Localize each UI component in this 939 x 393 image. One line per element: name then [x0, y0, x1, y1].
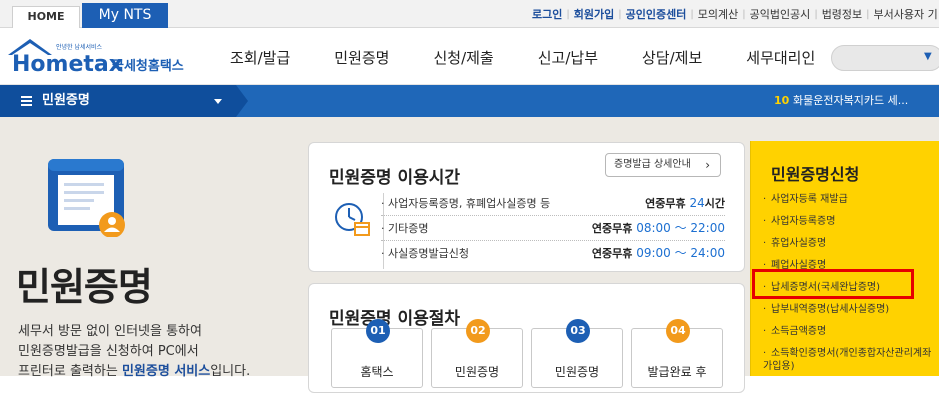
apply-income-amount-cert-link[interactable]: · 소득금액증명 — [763, 321, 939, 343]
gnb-tax-agent[interactable]: 세무대리인 — [746, 47, 815, 68]
page-description: 세무서 방문 없이 인터넷을 통하여 민원증명발급을 신청하여 PC에서 프린터… — [18, 324, 251, 379]
service-hours-title: 민원증명 이용시간 — [329, 168, 461, 188]
login-link[interactable]: 로그인 — [532, 6, 562, 22]
document-user-icon — [48, 159, 128, 238]
issue-detail-guide-button[interactable]: 증명발급 상세안내 › — [605, 153, 721, 177]
highlight-box — [752, 269, 914, 299]
public-corp-disclosure-link[interactable]: 공익법인공시 — [750, 6, 811, 22]
global-nav: 조회/발급 민원증명 신청/제출 신고/납부 상담/제보 세무대리인 — [230, 29, 859, 85]
clock-calendar-icon — [333, 199, 373, 239]
step-number-badge: 04 — [666, 319, 690, 343]
list-item: · 사업자등록증명, 휴폐업사실증명 등 연중무휴 24시간 — [381, 191, 725, 216]
procedure-step: 04 발급완료 후 — [631, 319, 723, 388]
apply-payment-history-cert-link[interactable]: · 납부내역증명(납세사실증명) — [763, 299, 939, 321]
top-links: 로그인 | 회원가입 | 공인인증센터 | 모의계산 | 공익법인공시 | 법령정보 | 부… — [532, 6, 938, 22]
procedure-card: 민원증명 이용절차 01 홈택스 02 민원증명 03 민원증명 04 발급완료… — [308, 283, 745, 393]
section-title: 민원증명 — [42, 93, 90, 108]
tab-home[interactable]: HOME — [12, 6, 80, 28]
procedure-steps: 01 홈택스 02 민원증명 03 민원증명 04 발급완료 후 — [331, 319, 731, 388]
service-name-emphasis: 민원증명 서비스 — [121, 364, 211, 379]
gnb-consult-report[interactable]: 상담/제보 — [642, 47, 702, 68]
procedure-step: 02 민원증명 — [431, 319, 523, 388]
page-title: 민원증명 — [16, 265, 153, 309]
list-item: · 사실증명발급신청 연중무휴 09:00 ～ 24:00 — [381, 246, 725, 260]
service-hours-list: · 사업자등록증명, 휴폐업사실증명 등 연중무휴 24시간 · 기타증명 연중… — [381, 191, 725, 266]
sub-nav-bar: 민원증명 10 화물운전자복지카드 세... — [0, 85, 939, 117]
ticker-number: 10 — [774, 94, 790, 107]
menu-icon — [21, 96, 32, 106]
caret-down-icon — [214, 99, 222, 104]
logo-name: Hometax — [12, 52, 123, 77]
chevron-right-icon: › — [705, 158, 710, 172]
mock-calc-link[interactable]: 모의계산 — [698, 6, 738, 22]
gnb-filing-payment[interactable]: 신고/납부 — [538, 47, 598, 68]
cert-center-link[interactable]: 공인인증센터 — [626, 6, 687, 22]
law-info-link[interactable]: 법령정보 — [822, 6, 862, 22]
apply-income-confirmation-cert-link[interactable]: · 소득확인증명서(개인종합자산관리계좌 가입용) — [763, 343, 939, 373]
dept-user-link[interactable]: 부서사용자 기 — [874, 6, 938, 22]
service-hours-card: 민원증명 이용시간 증명발급 상세안내 › · 사업자등록증명, 휴폐업사실증명 … — [308, 142, 745, 272]
certificate-apply-title: 민원증명신청 — [771, 165, 860, 184]
step-number-badge: 03 — [566, 319, 590, 343]
procedure-step: 01 홈택스 — [331, 319, 423, 388]
step-number-badge: 01 — [366, 319, 390, 343]
gnb-civil-certificates[interactable]: 민원증명 — [334, 47, 389, 68]
step-number-badge: 02 — [466, 319, 490, 343]
procedure-step: 03 민원증명 — [531, 319, 623, 388]
logo-org: 국세청홈택스 — [112, 58, 184, 74]
certificate-apply-panel: 민원증명신청 · 사업자등록 재발급 · 사업자등록증명 · 휴업사실증명 · 폐업사실… — [750, 141, 939, 376]
search-dropdown-icon[interactable]: ▼ — [924, 51, 932, 62]
ticker-notice-link[interactable]: 화물운전자복지카드 세... — [793, 85, 908, 117]
procedure-title: 민원증명 이용절차 — [329, 309, 461, 329]
apply-business-registration-reissue-link[interactable]: · 사업자등록 재발급 — [763, 189, 939, 211]
apply-suspension-cert-link[interactable]: · 휴업사실증명 — [763, 233, 939, 255]
tab-my-nts[interactable]: My NTS — [82, 3, 168, 28]
signup-link[interactable]: 회원가입 — [574, 6, 614, 22]
gnb-application-submission[interactable]: 신청/제출 — [433, 47, 493, 68]
main-header: 안녕한 납세서비스 Hometax 국세청홈택스 조회/발급 민원증명 신청/제… — [0, 29, 939, 85]
logo-small-text: 안녕한 납세서비스 — [56, 43, 103, 51]
search-input[interactable]: ▼ — [831, 45, 939, 71]
apply-business-registration-cert-link[interactable]: · 사업자등록증명 — [763, 211, 939, 233]
gnb-inquiry-issue[interactable]: 조회/발급 — [230, 47, 290, 68]
hometax-logo[interactable]: 안녕한 납세서비스 Hometax 국세청홈택스 — [6, 35, 206, 79]
list-item: · 기타증명 연중무휴 08:00 ～ 22:00 — [381, 216, 725, 241]
top-utility-bar: HOME My NTS 로그인 | 회원가입 | 공인인증센터 | 모의계산 | 공익법… — [0, 0, 939, 28]
section-menu[interactable]: 민원증명 — [0, 85, 236, 117]
